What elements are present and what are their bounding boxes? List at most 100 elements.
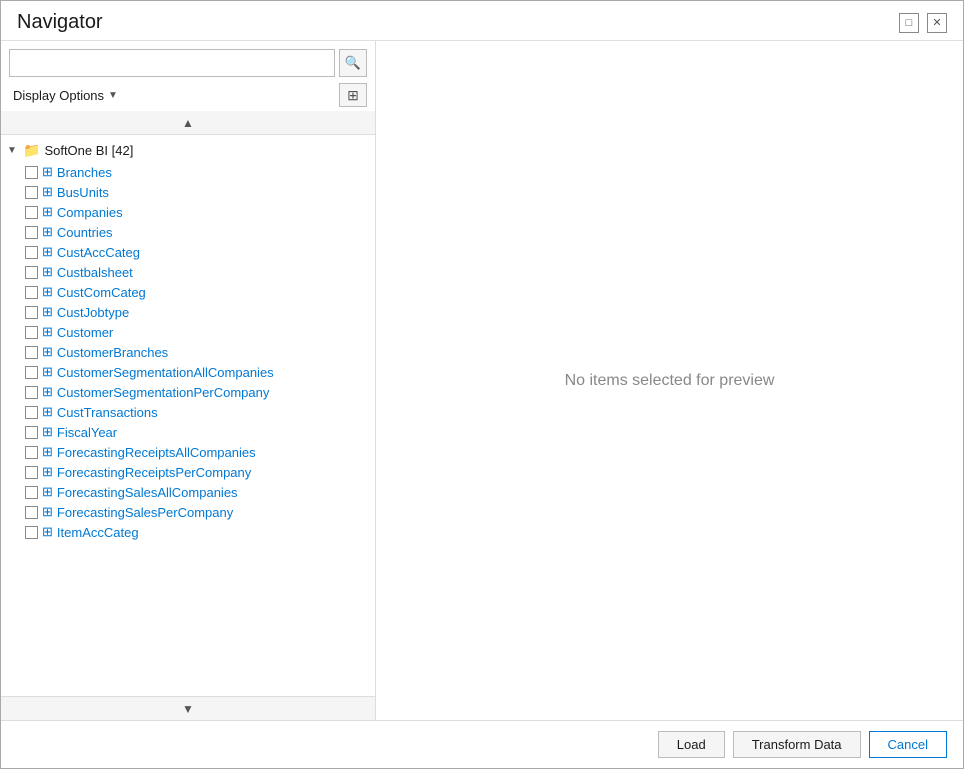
display-options-arrow-icon: ▼	[108, 90, 118, 101]
list-item[interactable]: ⊞ ForecastingSalesPerCompany	[1, 502, 375, 522]
scroll-up-button[interactable]: ▲	[1, 111, 375, 135]
table-icon: ⊞	[42, 324, 53, 340]
window-controls: □ ✕	[899, 13, 947, 33]
table-icon: ⊞	[42, 164, 53, 180]
item-label: ItemAccCateg	[57, 525, 139, 540]
table-icon: ⊞	[42, 344, 53, 360]
tree-root[interactable]: ▼ 📁 SoftOne BI [42]	[1, 139, 375, 162]
item-checkbox[interactable]	[25, 446, 38, 459]
table-icon: ⊞	[42, 204, 53, 220]
item-label: Customer	[57, 325, 113, 340]
load-button[interactable]: Load	[658, 731, 725, 758]
list-item[interactable]: ⊞ ForecastingSalesAllCompanies	[1, 482, 375, 502]
table-icon: ⊞	[42, 264, 53, 280]
list-item[interactable]: ⊞ Customer	[1, 322, 375, 342]
search-bar: 🔍	[1, 41, 375, 77]
list-item[interactable]: ⊞ ItemAccCateg	[1, 522, 375, 542]
title-bar: Navigator □ ✕	[1, 1, 963, 41]
item-checkbox[interactable]	[25, 226, 38, 239]
item-label: Branches	[57, 165, 112, 180]
item-checkbox[interactable]	[25, 166, 38, 179]
table-icon: ⊞	[42, 464, 53, 480]
item-checkbox[interactable]	[25, 206, 38, 219]
item-checkbox[interactable]	[25, 266, 38, 279]
list-item[interactable]: ⊞ FiscalYear	[1, 422, 375, 442]
search-input[interactable]	[9, 49, 335, 77]
list-item[interactable]: ⊞ CustAccCateg	[1, 242, 375, 262]
footer: Load Transform Data Cancel	[1, 720, 963, 768]
chevron-up-icon: ▲	[182, 116, 194, 130]
item-label: ForecastingReceiptsAllCompanies	[57, 445, 256, 460]
item-checkbox[interactable]	[25, 526, 38, 539]
list-item[interactable]: ⊞ Companies	[1, 202, 375, 222]
list-item[interactable]: ⊞ Branches	[1, 162, 375, 182]
table-icon: ⊞	[42, 224, 53, 240]
list-item[interactable]: ⊞ CustTransactions	[1, 402, 375, 422]
item-label: ForecastingSalesAllCompanies	[57, 485, 238, 500]
table-icon: ⊞	[42, 304, 53, 320]
item-checkbox[interactable]	[25, 306, 38, 319]
list-item[interactable]: ⊞ CustomerSegmentationAllCompanies	[1, 362, 375, 382]
table-icon: ⊞	[42, 484, 53, 500]
folder-icon: 📁	[23, 142, 40, 159]
cancel-button[interactable]: Cancel	[869, 731, 947, 758]
table-icon: ⊞	[42, 244, 53, 260]
tree-area[interactable]: ▼ 📁 SoftOne BI [42] ⊞ Branches ⊞ BusUnit…	[1, 135, 375, 696]
item-checkbox[interactable]	[25, 406, 38, 419]
close-button[interactable]: ✕	[927, 13, 947, 33]
search-button[interactable]: 🔍	[339, 49, 367, 77]
table-icon: ⊞	[42, 504, 53, 520]
item-label: ForecastingSalesPerCompany	[57, 505, 233, 520]
item-label: Custbalsheet	[57, 265, 133, 280]
list-item[interactable]: ⊞ ForecastingReceiptsPerCompany	[1, 462, 375, 482]
item-checkbox[interactable]	[25, 466, 38, 479]
list-item[interactable]: ⊞ BusUnits	[1, 182, 375, 202]
table-icon: ⊞	[42, 524, 53, 540]
item-checkbox[interactable]	[25, 506, 38, 519]
content-area: 🔍 Display Options ▼ ⊞ ▲	[1, 41, 963, 720]
table-icon: ⊞	[42, 364, 53, 380]
window-title: Navigator	[17, 11, 103, 34]
item-label: FiscalYear	[57, 425, 117, 440]
item-label: CustTransactions	[57, 405, 158, 420]
item-label: Countries	[57, 225, 113, 240]
item-label: ForecastingReceiptsPerCompany	[57, 465, 251, 480]
list-item[interactable]: ⊞ CustJobtype	[1, 302, 375, 322]
item-checkbox[interactable]	[25, 286, 38, 299]
view-toggle-button[interactable]: ⊞	[339, 83, 367, 107]
tree-root-label: SoftOne BI [42]	[44, 143, 133, 158]
item-label: CustJobtype	[57, 305, 129, 320]
item-checkbox[interactable]	[25, 366, 38, 379]
preview-panel: No items selected for preview	[376, 41, 963, 720]
table-icon: ⊞	[42, 444, 53, 460]
item-label: CustAccCateg	[57, 245, 140, 260]
list-item[interactable]: ⊞ ForecastingReceiptsAllCompanies	[1, 442, 375, 462]
preview-empty-text: No items selected for preview	[565, 372, 775, 390]
item-label: CustomerBranches	[57, 345, 168, 360]
list-item[interactable]: ⊞ CustComCateg	[1, 282, 375, 302]
table-icon: ⊞	[42, 184, 53, 200]
item-checkbox[interactable]	[25, 346, 38, 359]
item-label: CustomerSegmentationPerCompany	[57, 385, 269, 400]
view-toggle-icon: ⊞	[347, 87, 359, 104]
item-checkbox[interactable]	[25, 386, 38, 399]
item-label: CustComCateg	[57, 285, 146, 300]
item-checkbox[interactable]	[25, 426, 38, 439]
item-checkbox[interactable]	[25, 246, 38, 259]
table-icon: ⊞	[42, 424, 53, 440]
list-item[interactable]: ⊞ CustomerBranches	[1, 342, 375, 362]
list-item[interactable]: ⊞ Custbalsheet	[1, 262, 375, 282]
display-options-button[interactable]: Display Options ▼	[9, 86, 122, 105]
scroll-down-button[interactable]: ▼	[1, 696, 375, 720]
left-panel: 🔍 Display Options ▼ ⊞ ▲	[1, 41, 376, 720]
list-item[interactable]: ⊞ CustomerSegmentationPerCompany	[1, 382, 375, 402]
transform-data-button[interactable]: Transform Data	[733, 731, 861, 758]
display-options-label: Display Options	[13, 88, 104, 103]
item-checkbox[interactable]	[25, 326, 38, 339]
item-label: CustomerSegmentationAllCompanies	[57, 365, 274, 380]
item-checkbox[interactable]	[25, 186, 38, 199]
chevron-down-icon: ▼	[182, 702, 194, 716]
item-checkbox[interactable]	[25, 486, 38, 499]
list-item[interactable]: ⊞ Countries	[1, 222, 375, 242]
maximize-button[interactable]: □	[899, 13, 919, 33]
